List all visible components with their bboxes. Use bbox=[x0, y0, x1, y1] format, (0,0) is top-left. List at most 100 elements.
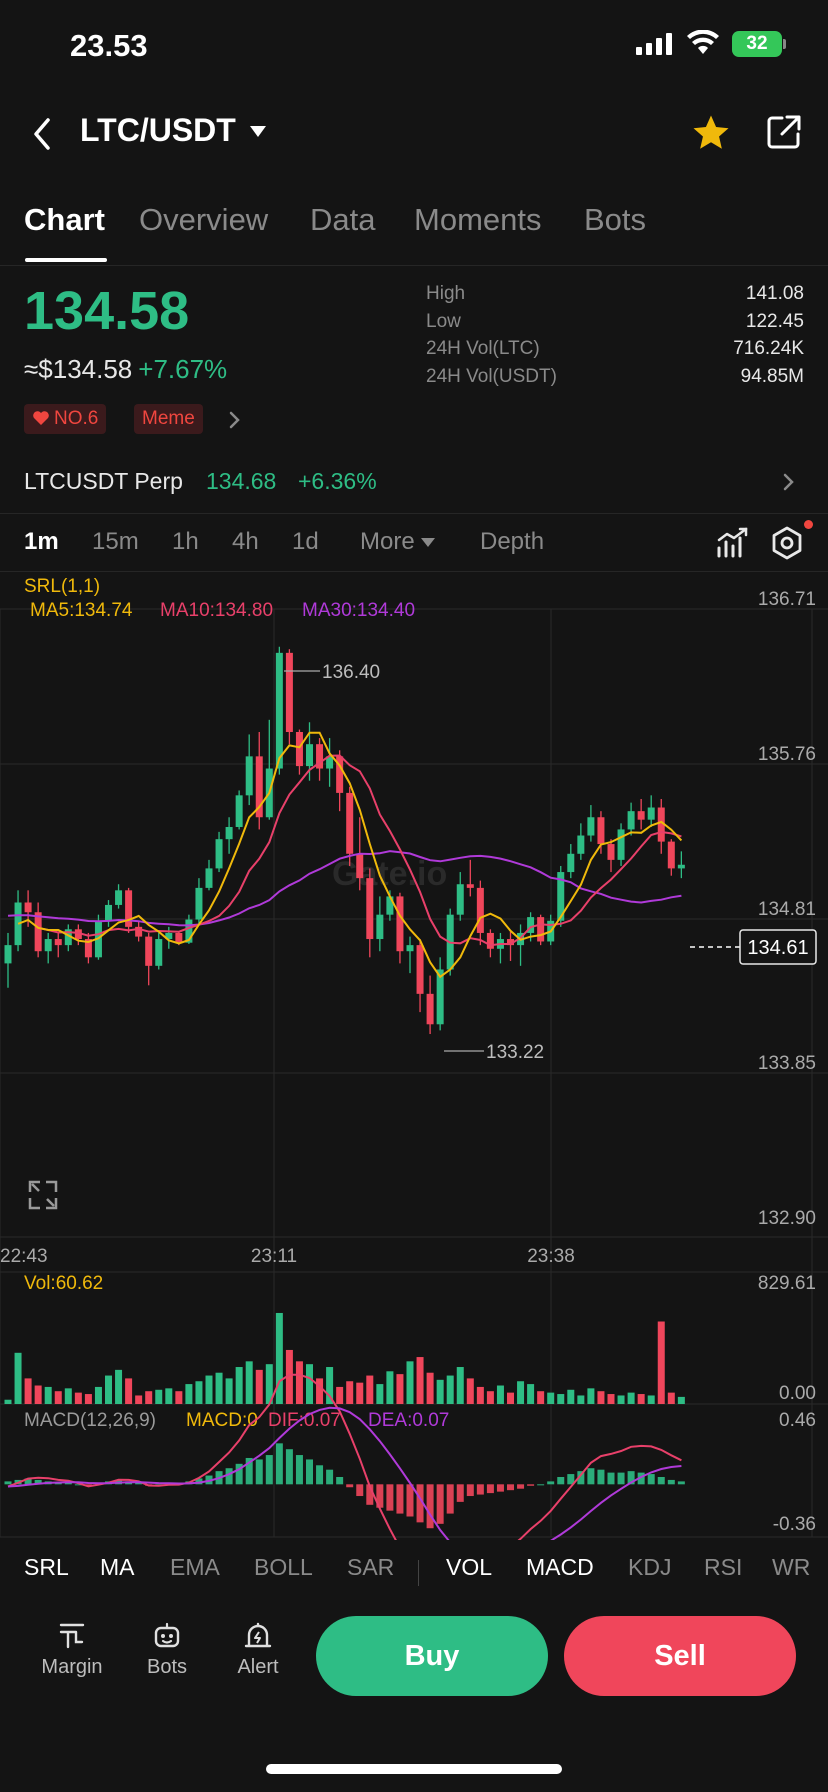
macd-bar bbox=[557, 1477, 565, 1485]
sell-button[interactable]: Sell bbox=[564, 1616, 796, 1696]
macd-bar bbox=[527, 1484, 535, 1486]
margin-label: Margin bbox=[41, 1656, 103, 1678]
volume-bar bbox=[527, 1384, 535, 1404]
volume-label: Vol:60.62 bbox=[24, 1273, 103, 1294]
meme-badge[interactable]: Meme bbox=[134, 404, 203, 434]
macd-bar bbox=[597, 1469, 605, 1485]
volume-bar bbox=[205, 1375, 213, 1404]
macd-bar bbox=[295, 1455, 303, 1485]
margin-button[interactable]: Margin bbox=[32, 1620, 112, 1679]
x-tick-label: 23:11 bbox=[251, 1246, 297, 1267]
interval-more[interactable]: More bbox=[360, 528, 435, 556]
candle-body bbox=[577, 835, 585, 854]
tab-overview[interactable]: Overview bbox=[139, 202, 268, 238]
srl-label: SRL(1,1) bbox=[24, 576, 100, 597]
indicator-vol[interactable]: VOL bbox=[446, 1554, 492, 1581]
macd-bar bbox=[406, 1484, 414, 1517]
volume-bars bbox=[4, 1312, 685, 1404]
macd-bar bbox=[517, 1484, 525, 1489]
candle-body bbox=[406, 945, 414, 952]
y-tick-label: 133.85 bbox=[758, 1053, 816, 1074]
low-marker-label: 133.22 bbox=[486, 1042, 544, 1063]
macd-max-label: 0.46 bbox=[779, 1410, 816, 1431]
share-icon[interactable] bbox=[764, 112, 804, 152]
volume-bar bbox=[336, 1386, 344, 1404]
battery-icon: 32 bbox=[732, 31, 782, 57]
indicator-kdj[interactable]: KDJ bbox=[628, 1554, 671, 1581]
interval-15m[interactable]: 15m bbox=[92, 528, 139, 556]
rank-badge[interactable]: NO.6 bbox=[24, 404, 107, 434]
macd-bar bbox=[587, 1468, 595, 1485]
volume-bar bbox=[255, 1369, 263, 1404]
interval-1d[interactable]: 1d bbox=[292, 528, 319, 556]
volume-bar bbox=[547, 1392, 555, 1404]
bots-button[interactable]: Bots bbox=[127, 1620, 207, 1679]
macd-bar bbox=[507, 1484, 514, 1491]
tab-bots[interactable]: Bots bbox=[584, 202, 646, 238]
back-arrow-icon[interactable] bbox=[30, 114, 56, 154]
last-price: 134.58 bbox=[24, 281, 190, 341]
kline-chart[interactable]: Gate.io 136.71135.76134.81133.85132.90 2… bbox=[0, 572, 828, 1540]
candle-body bbox=[376, 914, 384, 940]
volume-bar bbox=[175, 1391, 183, 1404]
candle-body bbox=[235, 795, 243, 827]
macd-bar bbox=[677, 1481, 685, 1485]
candle-body bbox=[275, 652, 283, 769]
stat-vol-usdt: 24H Vol(USDT) 94.85M bbox=[426, 363, 804, 391]
tab-data[interactable]: Data bbox=[310, 202, 375, 238]
interval-1h[interactable]: 1h bbox=[172, 528, 199, 556]
interval-depth[interactable]: Depth bbox=[480, 528, 544, 556]
pair-title[interactable]: LTC/USDT bbox=[80, 112, 236, 149]
volume-bar bbox=[24, 1378, 32, 1404]
volume-bar bbox=[195, 1381, 203, 1404]
volume-bar bbox=[466, 1378, 474, 1404]
indicator-rsi[interactable]: RSI bbox=[704, 1554, 742, 1581]
volume-bar bbox=[316, 1378, 324, 1404]
volume-bar bbox=[165, 1388, 173, 1404]
candle-body bbox=[647, 807, 655, 820]
home-indicator bbox=[266, 1764, 562, 1774]
price-change: +7.67% bbox=[138, 354, 228, 384]
stat-value: 94.85M bbox=[740, 365, 804, 387]
macd-bar bbox=[607, 1472, 615, 1485]
y-tick-label: 132.90 bbox=[758, 1208, 816, 1229]
interval-4h[interactable]: 4h bbox=[232, 528, 259, 556]
indicator-srl[interactable]: SRL bbox=[24, 1554, 69, 1581]
tab-chart[interactable]: Chart bbox=[24, 202, 105, 238]
chevron-right-icon[interactable] bbox=[228, 410, 242, 430]
volume-bar bbox=[557, 1394, 565, 1404]
indicator-sar[interactable]: SAR bbox=[347, 1554, 394, 1581]
interval-1m[interactable]: 1m bbox=[24, 528, 59, 556]
macd-bar bbox=[426, 1484, 434, 1529]
indicator-macd[interactable]: MACD bbox=[526, 1554, 594, 1581]
alert-button[interactable]: Alert bbox=[218, 1620, 298, 1679]
volume-bar bbox=[667, 1392, 675, 1404]
volume-bar bbox=[436, 1379, 444, 1404]
chart-settings-icon[interactable] bbox=[770, 526, 804, 560]
buy-button[interactable]: Buy bbox=[316, 1616, 548, 1696]
indicator-ema[interactable]: EMA bbox=[170, 1554, 220, 1581]
robot-icon bbox=[154, 1622, 180, 1648]
candle-body bbox=[245, 756, 253, 796]
pair-dropdown-icon[interactable] bbox=[250, 126, 266, 137]
chart-type-icon[interactable] bbox=[716, 526, 750, 560]
tab-moments[interactable]: Moments bbox=[414, 202, 541, 238]
volume-bar bbox=[94, 1386, 102, 1404]
indicator-ma[interactable]: MA bbox=[100, 1554, 135, 1581]
volume-bar bbox=[135, 1395, 143, 1404]
indicator-boll[interactable]: BOLL bbox=[254, 1554, 313, 1581]
stat-label: Low bbox=[426, 310, 461, 332]
candle-body bbox=[306, 744, 313, 767]
stat-low: Low 122.45 bbox=[426, 308, 804, 336]
volume-bar bbox=[386, 1371, 394, 1404]
stat-value: 122.45 bbox=[745, 310, 804, 332]
favorite-star-icon[interactable] bbox=[690, 112, 732, 154]
candle-body bbox=[295, 732, 303, 767]
indicator-wr[interactable]: WR bbox=[772, 1554, 810, 1581]
ma30-label: MA30:134.40 bbox=[302, 600, 415, 621]
perp-row[interactable]: LTCUSDT Perp 134.68 +6.36% bbox=[0, 458, 828, 514]
macd-bar bbox=[466, 1484, 474, 1497]
macd-bar bbox=[456, 1484, 464, 1502]
interval-bar: 1m 15m 1h 4h 1d More Depth bbox=[0, 514, 828, 572]
candle-body bbox=[155, 939, 163, 966]
